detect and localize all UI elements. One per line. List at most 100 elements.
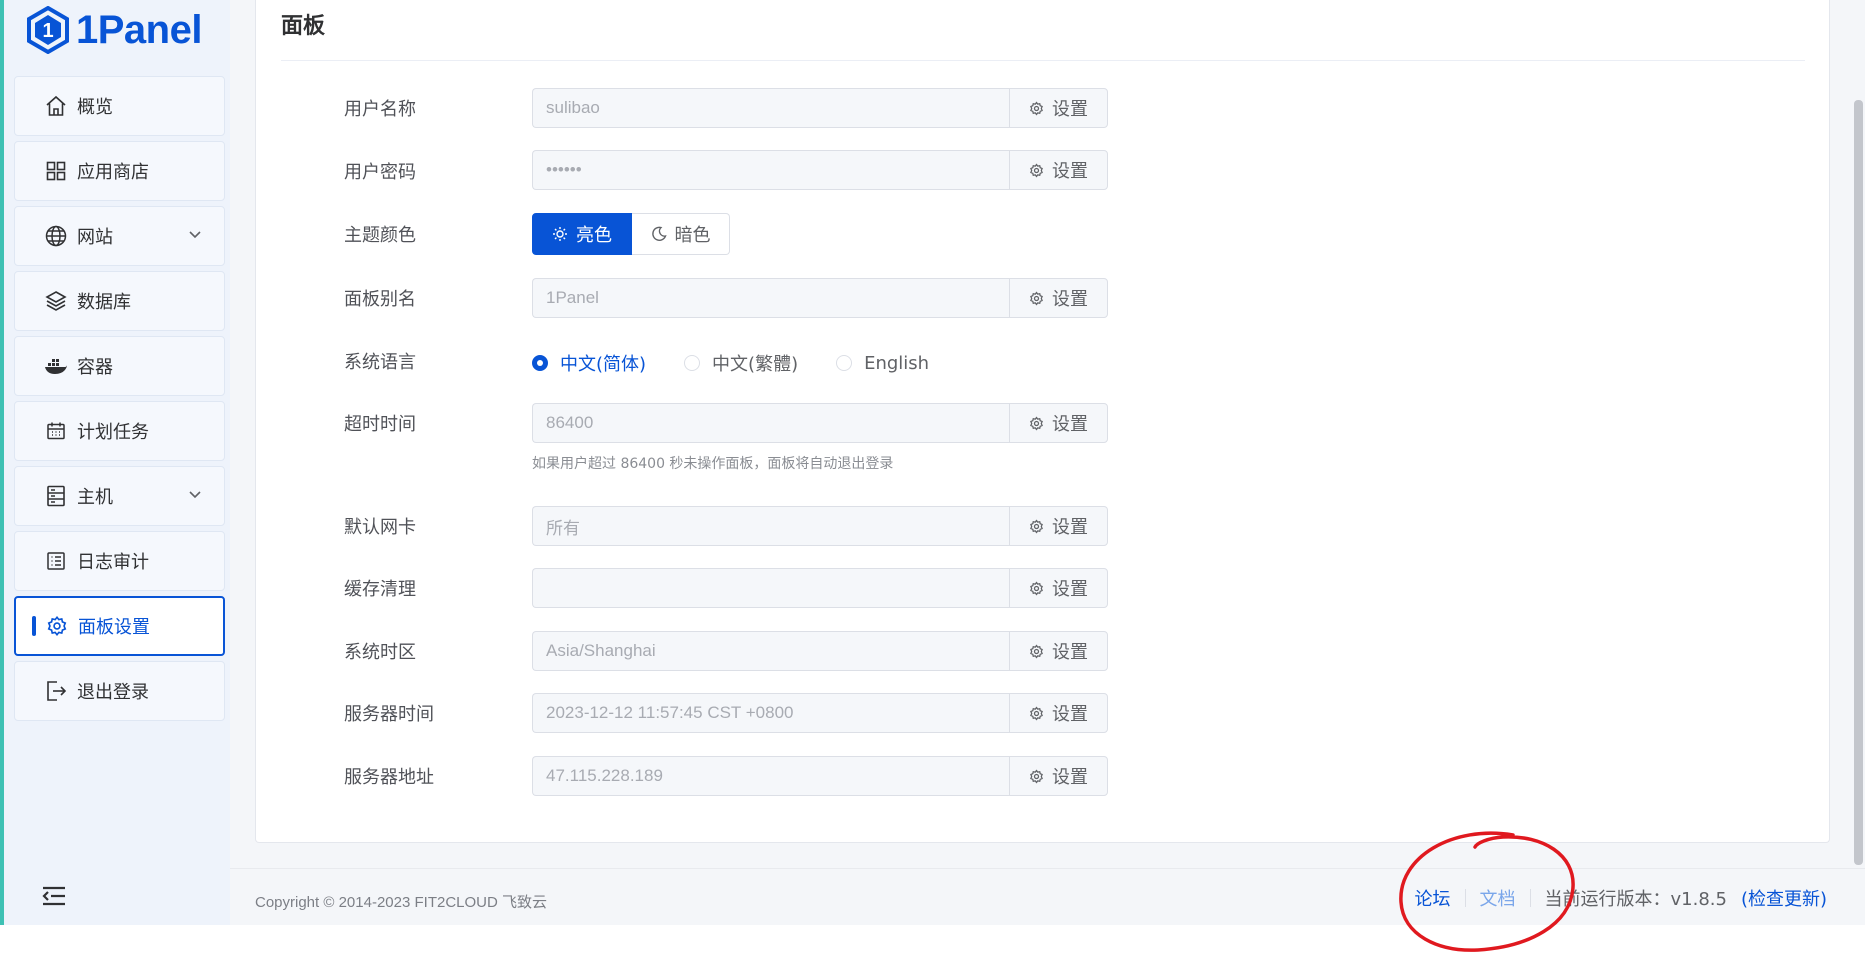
language-option-en[interactable]: English	[836, 353, 929, 374]
main-content: 面板 用户名称 sulibao 设置 用户密码 •••••• 设置 主题颜色 亮…	[230, 0, 1865, 925]
cache-input[interactable]	[532, 568, 1009, 608]
cache-label: 缓存清理	[344, 579, 416, 600]
sidebar-item-website[interactable]: 网站	[14, 206, 225, 266]
menu-fold-icon	[42, 886, 65, 906]
scrollbar[interactable]	[1854, 100, 1863, 865]
gear-icon	[1030, 581, 1043, 595]
radio-dot	[532, 355, 548, 371]
server-address-input[interactable]: 47.115.228.189	[532, 756, 1009, 796]
check-update-link[interactable]: (检查更新)	[1741, 885, 1827, 911]
gear-icon	[1030, 416, 1043, 430]
brand-logo[interactable]: 1 1Panel	[26, 6, 202, 54]
chevron-down-icon	[189, 491, 201, 499]
set-label: 设置	[1052, 642, 1088, 663]
sidebar-item-label: 网站	[77, 227, 113, 248]
timeout-helper-text: 如果用户超过 86400 秒未操作面板，面板将自动退出登录	[532, 456, 894, 472]
radio-dot	[684, 355, 701, 371]
password-set-button[interactable]: 设置	[1009, 150, 1108, 190]
divider	[281, 60, 1805, 61]
timezone-set-button[interactable]: 设置	[1009, 631, 1108, 671]
docker-icon	[43, 353, 69, 379]
server-time-set-button[interactable]: 设置	[1009, 693, 1108, 733]
sidebar-item-label: 计划任务	[77, 422, 149, 443]
sidebar-item-database[interactable]: 数据库	[14, 271, 225, 331]
sun-icon	[553, 227, 567, 241]
username-input[interactable]: sulibao	[532, 88, 1009, 128]
calendar-icon	[43, 418, 69, 444]
sidebar-item-host[interactable]: 主机	[14, 466, 225, 526]
server-time-input[interactable]: 2023-12-12 11:57:45 CST +0800	[532, 693, 1009, 733]
language-label: 系统语言	[344, 352, 416, 373]
log-icon	[43, 548, 69, 574]
server-address-field-group: 47.115.228.189 设置	[532, 756, 1108, 796]
sidebar-item-label: 应用商店	[77, 162, 149, 183]
radio-label: 中文(繁體)	[712, 354, 799, 375]
collapse-sidebar-button[interactable]	[42, 886, 66, 910]
server-address-label: 服务器地址	[344, 767, 434, 788]
username-set-button[interactable]: 设置	[1009, 88, 1108, 128]
timeout-set-button[interactable]: 设置	[1009, 403, 1108, 443]
language-radio-group: 中文(简体) 中文(繁體) English	[532, 350, 967, 376]
sidebar-item-label: 容器	[77, 357, 113, 378]
layers-icon	[43, 288, 69, 314]
footer: Copyright © 2014-2023 FIT2CLOUD 飞致云 论坛 文…	[230, 868, 1865, 926]
set-label: 设置	[1052, 414, 1088, 435]
panel-settings-card: 面板 用户名称 sulibao 设置 用户密码 •••••• 设置 主题颜色 亮…	[255, 0, 1830, 843]
sidebar-item-label: 退出登录	[77, 682, 149, 703]
page-bottom-blank	[0, 925, 1865, 958]
gear-icon	[1030, 644, 1043, 658]
server-address-set-button[interactable]: 设置	[1009, 756, 1108, 796]
set-label: 设置	[1052, 161, 1088, 182]
globe-icon	[43, 223, 69, 249]
username-field-group: sulibao 设置	[532, 88, 1108, 128]
password-label: 用户密码	[344, 162, 416, 183]
username-label: 用户名称	[344, 99, 416, 120]
language-option-zh-hans[interactable]: 中文(简体)	[532, 350, 646, 376]
language-option-zh-hant[interactable]: 中文(繁體)	[684, 350, 798, 376]
set-label: 设置	[1052, 517, 1088, 538]
sidebar-item-cron[interactable]: 计划任务	[14, 401, 225, 461]
theme-dark-button[interactable]: 暗色	[632, 213, 730, 255]
sidebar-item-label: 主机	[77, 487, 113, 508]
sidebar-item-label: 日志审计	[77, 552, 149, 573]
sidebar-item-panel-settings[interactable]: 面板设置	[14, 596, 225, 656]
brand-name: 1Panel	[76, 7, 202, 52]
timezone-field-group: Asia/Shanghai 设置	[532, 631, 1108, 671]
password-input[interactable]: ••••••	[532, 150, 1009, 190]
sidebar-item-overview[interactable]: 概览	[14, 76, 225, 136]
active-indicator	[32, 616, 36, 636]
sidebar-item-app-store[interactable]: 应用商店	[14, 141, 225, 201]
password-field-group: •••••• 设置	[532, 150, 1108, 190]
sidebar-item-container[interactable]: 容器	[14, 336, 225, 396]
timezone-label: 系统时区	[344, 642, 416, 663]
moon-icon	[651, 226, 667, 241]
gear-icon	[1030, 291, 1043, 305]
timeout-input[interactable]: 86400	[532, 403, 1009, 443]
sidebar-item-logout[interactable]: 退出登录	[14, 661, 225, 721]
chevron-down-icon	[189, 231, 201, 239]
alias-field-group: 1Panel 设置	[532, 278, 1108, 318]
sidebar-item-log-audit[interactable]: 日志审计	[14, 531, 225, 591]
nic-set-button[interactable]: 设置	[1009, 506, 1108, 546]
nic-label: 默认网卡	[344, 517, 416, 538]
theme-label: 主题颜色	[344, 225, 416, 246]
card-title: 面板	[281, 14, 326, 39]
red-annotation-circle	[1399, 831, 1575, 952]
sidebar-item-label: 数据库	[77, 292, 131, 313]
set-label: 设置	[1052, 289, 1088, 310]
alias-set-button[interactable]: 设置	[1009, 278, 1108, 318]
alias-input[interactable]: 1Panel	[532, 278, 1009, 318]
set-label: 设置	[1052, 579, 1088, 600]
cache-set-button[interactable]: 设置	[1009, 568, 1108, 608]
gear-icon	[1030, 519, 1043, 533]
gear-icon	[1030, 101, 1043, 115]
radio-dot	[836, 355, 853, 371]
sidebar-item-label: 概览	[77, 97, 113, 118]
set-label: 设置	[1052, 767, 1088, 788]
radio-label: English	[864, 352, 930, 374]
grid-icon	[43, 158, 69, 184]
timezone-input[interactable]: Asia/Shanghai	[532, 631, 1009, 671]
theme-light-button[interactable]: 亮色	[532, 213, 632, 255]
set-label: 设置	[1052, 704, 1088, 725]
nic-input[interactable]: 所有	[532, 506, 1009, 546]
